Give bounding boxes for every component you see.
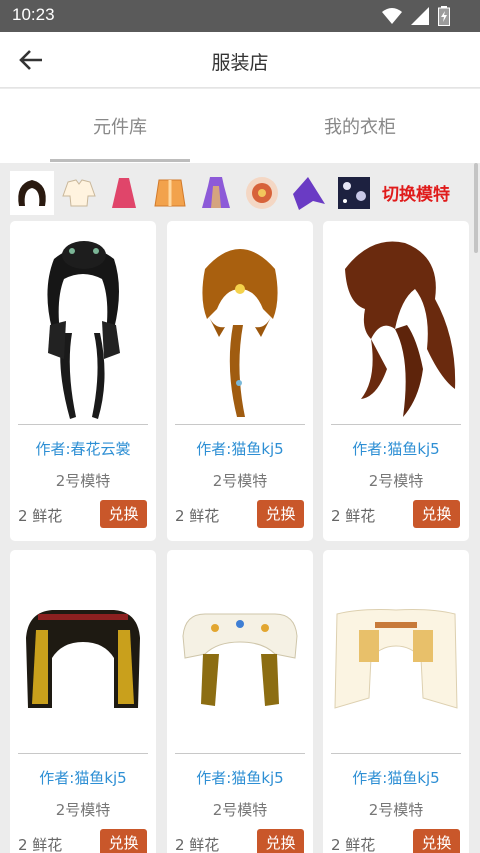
hair-art [345,241,456,417]
item-card[interactable]: 作者:猫鱼kj5 2号模特 2 鲜花 兑换 [10,550,156,853]
shawl-art [334,609,458,709]
model-label: 2号模特 [55,472,111,490]
tab-indicator [50,159,190,162]
price-label: 2 鲜花 [175,507,220,525]
model-label: 2号模特 [212,472,268,490]
item-card[interactable]: 作者:猫鱼kj5 2号模特 2 鲜花 兑换 [167,550,313,853]
redeem-button[interactable]: 兑换 [100,500,147,528]
price-label: 2 鲜花 [331,836,376,853]
category-cape[interactable] [286,171,330,215]
hair-icon [18,180,46,206]
author-link[interactable]: 作者:猫鱼kj5 [167,767,313,788]
model-label: 2号模特 [368,801,424,819]
redeem-button[interactable]: 兑换 [257,500,304,528]
category-background[interactable] [332,171,376,215]
switch-model-button[interactable]: 切换模特 [382,180,450,205]
author-link[interactable]: 作者:春花云裳 [10,438,156,459]
item-card[interactable]: 作者:春花云裳 2号模特 2 鲜花 兑换 [10,221,156,541]
blouse-icon [62,179,96,207]
category-hair[interactable] [10,171,54,215]
category-top[interactable] [57,171,101,215]
price-label: 2 鲜花 [175,836,220,853]
card-divider [331,753,461,754]
redeem-button[interactable]: 兑换 [257,829,304,853]
battery-icon [438,6,450,26]
status-bar: 10:23 [0,0,480,32]
signal-icon [411,7,429,25]
hair-art [202,249,278,417]
author-link[interactable]: 作者:猫鱼kj5 [323,767,469,788]
cape-icon [293,177,325,210]
flower-icon [246,177,278,209]
category-coat[interactable] [148,171,192,215]
scrollbar[interactable] [474,163,478,253]
price-label: 2 鲜花 [18,507,63,525]
background-icon [338,177,370,209]
category-skirt[interactable] [102,171,146,215]
card-divider [175,753,305,754]
wifi-icon [382,8,402,24]
tab-component-library[interactable]: 元件库 [50,113,190,139]
card-divider [18,424,148,425]
model-label: 2号模特 [55,801,111,819]
card-divider [175,424,305,425]
model-label: 2号模特 [368,472,424,490]
item-card[interactable]: 作者:猫鱼kj5 2号模特 2 鲜花 兑换 [323,550,469,853]
author-link[interactable]: 作者:猫鱼kj5 [323,438,469,459]
skirt-icon [112,178,136,208]
price-label: 2 鲜花 [331,507,376,525]
collar-art [182,613,298,706]
tab-bar: 元件库 我的衣柜 [0,89,480,163]
item-card[interactable]: 作者:猫鱼kj5 2号模特 2 鲜花 兑换 [167,221,313,541]
category-accessory[interactable] [240,171,284,215]
price-label: 2 鲜花 [18,836,63,853]
model-label: 2号模特 [212,801,268,819]
dress-icon [202,177,230,208]
item-card[interactable]: 作者:猫鱼kj5 2号模特 2 鲜花 兑换 [323,221,469,541]
status-time: 10:23 [12,5,55,24]
category-bar: 切换模特 [0,163,480,217]
collar-art [26,610,140,708]
jacket-icon [154,179,186,207]
tab-my-wardrobe[interactable]: 我的衣柜 [290,113,430,139]
card-divider [331,424,461,425]
redeem-button[interactable]: 兑换 [413,829,460,853]
page-title: 服装店 [211,52,269,74]
redeem-button[interactable]: 兑换 [413,500,460,528]
author-link[interactable]: 作者:猫鱼kj5 [167,438,313,459]
card-divider [18,753,148,754]
hair-art [47,241,120,419]
category-dress[interactable] [194,171,238,215]
author-link[interactable]: 作者:猫鱼kj5 [10,767,156,788]
redeem-button[interactable]: 兑换 [100,829,147,853]
toolbar: 服装店 [0,32,480,88]
